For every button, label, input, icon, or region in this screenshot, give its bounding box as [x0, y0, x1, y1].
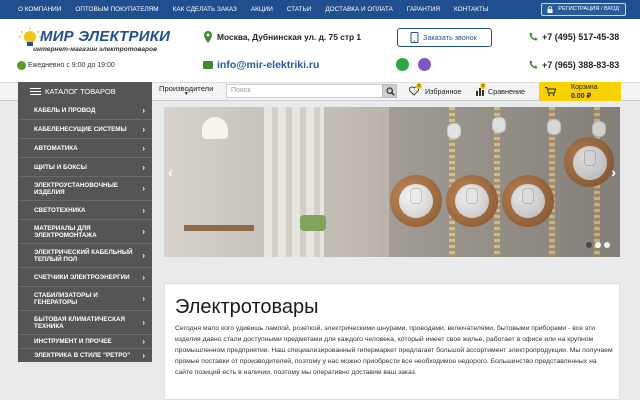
sidebar-item-panels[interactable]: Щиты и боксы › — [18, 158, 152, 177]
cart-total: 0.00 ₽ — [571, 93, 592, 100]
catalog-button[interactable]: Каталог товаров — [18, 82, 152, 101]
top-menu-delivery[interactable]: Доставка и оплата — [318, 0, 400, 19]
login-button[interactable]: Регистрация / Вход — [541, 3, 626, 16]
location-pin-icon — [204, 31, 212, 43]
slider-next-arrow[interactable]: › — [611, 164, 616, 180]
sidebar-item-label: Электрика в стиле "ретро" — [34, 352, 131, 359]
search-button[interactable] — [382, 84, 397, 98]
top-navigation-bar: О компании Оптовым покупателям Как сдела… — [0, 0, 640, 19]
compare-link[interactable]: Сравнение — [488, 87, 525, 96]
callback-label: Заказать звонок — [423, 33, 477, 42]
sidebar-item-label: Светотехника — [34, 206, 86, 214]
top-menu-contacts[interactable]: Контакты — [447, 0, 495, 19]
chevron-right-icon: › — [142, 143, 145, 153]
cart-label: Корзина — [571, 84, 598, 91]
chevron-right-icon: › — [142, 272, 145, 282]
producers-dropdown[interactable]: Производители ▼ — [159, 84, 213, 97]
sidebar-item-cable-systems[interactable]: Кабеленесущие системы › — [18, 120, 152, 139]
sidebar-item-label: Инструмент и прочее — [34, 338, 112, 345]
top-menu-how-to-order[interactable]: Как сделать заказ — [166, 0, 244, 19]
slider-prev-arrow[interactable]: ‹ — [168, 164, 173, 180]
chevron-right-icon: › — [142, 337, 145, 346]
search-input[interactable]: Поиск — [226, 84, 383, 98]
sidebar-item-label: Электрический кабельный теплый пол — [34, 248, 133, 263]
intro-content: Электротовары Сегодня мало кого удивишь … — [164, 283, 620, 400]
category-sidebar: Кабель и провод › Кабеленесущие системы › … — [18, 101, 152, 362]
catalog-label: Каталог товаров — [45, 87, 116, 96]
sidebar-item-lighting[interactable]: Светотехника › — [18, 201, 152, 220]
phone-number-2[interactable]: +7 (965) 388-83-83 — [542, 60, 619, 70]
sidebar-item-label: Щиты и боксы — [34, 163, 87, 171]
clock-icon — [17, 61, 26, 70]
viber-icon[interactable] — [418, 58, 431, 71]
sidebar-item-label: Кабель и провод — [34, 106, 96, 114]
sidebar-item-label: Бытовая климатическая техника — [34, 315, 126, 330]
slider-dot-1[interactable] — [586, 242, 592, 248]
lock-icon — [547, 6, 553, 13]
phone-number-1[interactable]: +7 (495) 517-45-38 — [542, 32, 619, 42]
favorites-link[interactable]: Избранное — [425, 87, 461, 96]
sidebar-item-climate[interactable]: Бытовая климатическая техника › — [18, 311, 152, 335]
sidebar-item-cable[interactable]: Кабель и провод › — [18, 101, 152, 120]
store-address: Москва, Дубнинская ул. д. 75 стр 1 — [217, 32, 362, 42]
login-label: Регистрация / Вход — [558, 6, 619, 12]
phone-icon — [529, 32, 538, 41]
sidebar-item-stabilizers[interactable]: Стабилизаторы и генераторы › — [18, 287, 152, 311]
email-link[interactable]: info@mir-elektriki.ru — [217, 59, 319, 71]
sidebar-item-tools[interactable]: Инструмент и прочее › — [18, 335, 152, 349]
chevron-right-icon: › — [142, 227, 145, 236]
sidebar-item-retro[interactable]: Электрика в стиле "ретро" › — [18, 349, 152, 362]
shopping-cart-icon — [545, 87, 556, 96]
whatsapp-icon[interactable] — [396, 58, 409, 71]
chevron-right-icon: › — [142, 318, 145, 327]
phone-icon — [529, 60, 538, 69]
cart-button[interactable]: Корзина 0.00 ₽ — [539, 82, 621, 101]
chevron-right-icon: › — [142, 205, 145, 215]
top-menu-warranty[interactable]: Гарантия — [400, 0, 447, 19]
chevron-right-icon: › — [142, 162, 145, 172]
sidebar-item-label: Стабилизаторы и генераторы — [34, 291, 98, 306]
search-icon — [386, 87, 395, 96]
chevron-right-icon: › — [142, 184, 145, 193]
sidebar-item-label: Материалы для электромонтажа — [34, 224, 97, 239]
favorites-count-badge: 0 — [416, 83, 422, 89]
sidebar-item-wiring-devices[interactable]: Электроустановочные изделия › — [18, 177, 152, 201]
top-menu-about[interactable]: О компании — [14, 0, 68, 19]
logo-title[interactable]: МИР ЭЛЕКТРИКИ — [40, 28, 170, 45]
logo-subtitle: интернет-магазин электротоваров — [33, 46, 158, 53]
hamburger-menu-icon — [30, 88, 41, 95]
chevron-right-icon: › — [142, 351, 145, 360]
sidebar-item-label: Кабеленесущие системы — [34, 125, 127, 133]
mobile-phone-icon — [410, 32, 419, 43]
top-menu-articles[interactable]: Статьи — [280, 0, 319, 19]
sidebar-item-mounting-materials[interactable]: Материалы для электромонтажа › — [18, 220, 152, 244]
slider-dot-2[interactable] — [595, 242, 601, 248]
sidebar-item-label: Автоматика — [34, 144, 78, 152]
sidebar-item-floor-heating[interactable]: Электрический кабельный теплый пол › — [18, 244, 152, 268]
top-menu: О компании Оптовым покупателям Как сдела… — [14, 0, 496, 19]
slider-pagination — [586, 242, 610, 248]
working-hours: Ежедневно с 9:00 до 19:00 — [17, 61, 115, 70]
working-hours-text: Ежедневно с 9:00 до 19:00 — [28, 62, 115, 69]
compare-count-badge: 0 — [480, 83, 486, 89]
sidebar-item-label: Счетчики электроэнергии — [34, 273, 130, 281]
intro-text: Сегодня мало кого удивишь лампой, розетк… — [175, 325, 613, 376]
top-menu-promotions[interactable]: Акции — [244, 0, 280, 19]
mail-icon — [203, 61, 213, 69]
callback-button[interactable]: Заказать звонок — [397, 28, 492, 47]
chevron-right-icon: › — [142, 105, 145, 115]
hero-slider: ‹ › — [164, 107, 620, 257]
chevron-right-icon: › — [142, 294, 145, 303]
slider-dot-3[interactable] — [604, 242, 610, 248]
slide-shadow-overlay — [164, 107, 620, 257]
page-title: Электротовары — [175, 296, 319, 318]
sidebar-item-label: Электроустановочные изделия — [34, 181, 118, 196]
top-menu-wholesale[interactable]: Оптовым покупателям — [68, 0, 165, 19]
sidebar-item-meters[interactable]: Счетчики электроэнергии › — [18, 268, 152, 287]
sidebar-item-automation[interactable]: Автоматика › — [18, 139, 152, 158]
chevron-right-icon: › — [142, 124, 145, 134]
site-header: МИР ЭЛЕКТРИКИ интернет-магазин электрото… — [0, 19, 640, 82]
chevron-right-icon: › — [142, 251, 145, 260]
